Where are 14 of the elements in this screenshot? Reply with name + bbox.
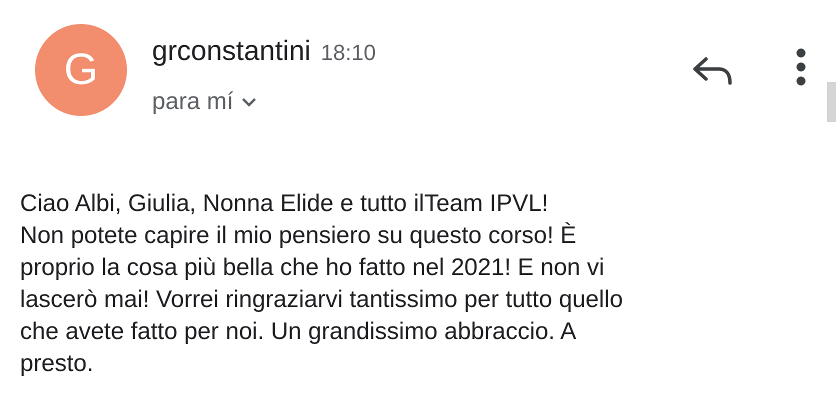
- message-text-line: lascerò mai! Vorrei ringraziarvi tantissimo per tutto quello: [20, 285, 624, 315]
- chevron-down-icon[interactable]: [241, 97, 258, 107]
- message-text-line: Ciao Albi, Giulia, Nonna Elide e tutto ilTeam IPVL!: [20, 189, 550, 219]
- message-text-line: proprio la cosa più bella che ho fatto nel 2021! E non vi: [20, 253, 606, 283]
- message-text-line: Non potete capire il mio pensiero su questo corso! È: [20, 221, 578, 251]
- recipient-label: para mí: [152, 87, 234, 117]
- avatar: G: [35, 24, 127, 116]
- message-text-line: che avete fatto per noi. Un grandissimo abbraccio. A: [20, 317, 578, 347]
- message-text-line: presto.: [20, 349, 94, 379]
- reply-icon[interactable]: [692, 56, 734, 86]
- sender-name: grconstantini: [152, 34, 311, 68]
- more-options-icon[interactable]: [796, 48, 806, 86]
- message-time: 18:10: [320, 39, 376, 67]
- scrollbar[interactable]: [827, 82, 836, 122]
